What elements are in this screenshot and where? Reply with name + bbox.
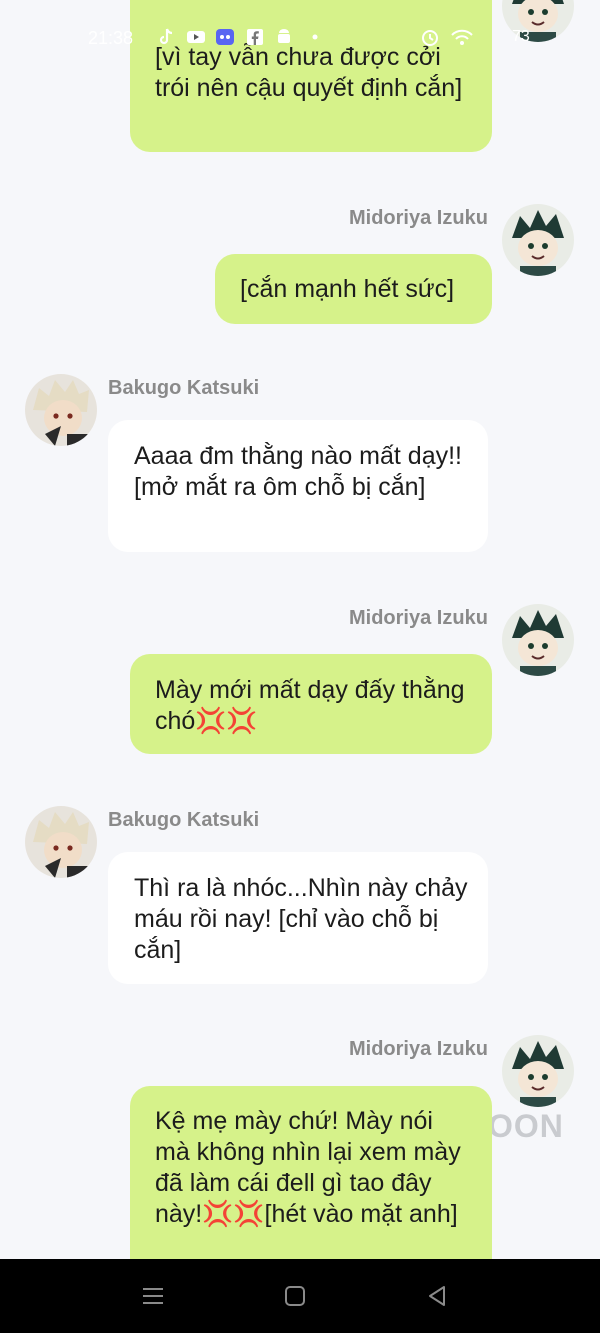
- watermark-logo: OON: [488, 1108, 564, 1144]
- android-icon: [278, 29, 290, 43]
- youtube-icon: [187, 31, 205, 43]
- message-bubble-sent[interactable]: [cắn mạnh hết sức]: [215, 254, 492, 324]
- sender-name: Midoriya Izuku: [349, 1038, 488, 1060]
- sender-name: Bakugo Katsuki: [108, 809, 260, 831]
- tiktok-icon: [159, 28, 173, 45]
- midoriya-avatar[interactable]: [502, 1035, 574, 1107]
- sender-name: Bakugo Katsuki: [108, 377, 260, 399]
- message-bubble-received[interactable]: Thì ra là nhóc...Nhìn này chảy máu rồi n…: [108, 852, 488, 984]
- home-icon[interactable]: [282, 1283, 308, 1309]
- wifi-icon: [451, 29, 473, 45]
- message-bubble-sent[interactable]: Kệ mẹ mày chứ! Mày nói mà không nhìn lại…: [130, 1086, 492, 1286]
- discord-icon: [216, 29, 234, 45]
- navigation-bar: [0, 1259, 600, 1333]
- status-time: 21:38: [88, 28, 134, 48]
- message-bubble-received[interactable]: Aaaa đm thằng nào mất dạy!! [mở mắt ra ô…: [108, 420, 488, 552]
- back-icon[interactable]: [424, 1283, 450, 1309]
- bakugo-avatar[interactable]: [25, 806, 97, 878]
- sender-name: Midoriya Izuku: [349, 207, 488, 229]
- bakugo-avatar[interactable]: [25, 374, 97, 446]
- midoriya-avatar[interactable]: [502, 204, 574, 276]
- more-dot-icon: [312, 34, 318, 40]
- menu-icon[interactable]: [140, 1283, 166, 1309]
- sender-name: Midoriya Izuku: [349, 607, 488, 629]
- message-bubble-sent[interactable]: Mày mới mất dạy đấy thằng chó💢💢: [130, 654, 492, 754]
- facebook-icon: [247, 29, 263, 45]
- midoriya-avatar[interactable]: [502, 604, 574, 676]
- status-bar: 21:38 73: [0, 0, 600, 76]
- battery-level: 73: [512, 28, 530, 45]
- alarm-icon: [422, 30, 438, 46]
